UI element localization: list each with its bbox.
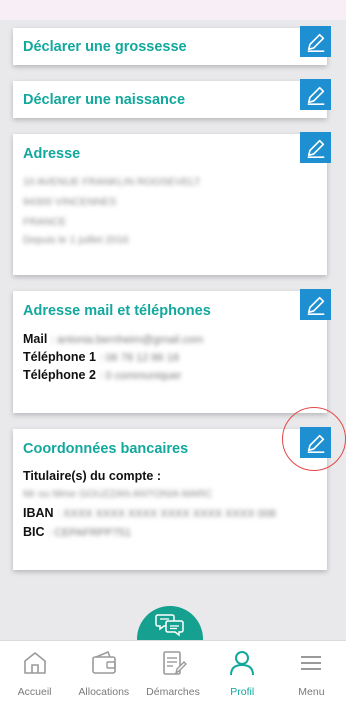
phone1-value: : 06 78 12 86 18	[99, 352, 179, 364]
card-title: Déclarer une grossesse	[23, 39, 187, 55]
bic-label: BIC	[23, 525, 45, 539]
card-declarer-grossesse[interactable]: Déclarer une grossesse	[13, 26, 331, 65]
bic-value: : CEPAFRPP751	[48, 527, 131, 539]
mail-row: Mail : antonia.bernheim@gmail.com	[23, 332, 203, 346]
nav-item-profil[interactable]: Profil	[208, 641, 277, 707]
home-icon	[23, 652, 46, 674]
holder-label: Titulaire(s) du compte :	[23, 469, 161, 483]
pencil-icon	[307, 139, 324, 158]
card-contact: Adresse mail et téléphones Mail : antoni…	[13, 289, 331, 413]
nav-item-menu[interactable]: Menu	[277, 641, 346, 707]
pencil-icon	[307, 86, 324, 105]
address-line: 94300 VINCENNES	[23, 196, 117, 208]
phone1-row: Téléphone 1 : 06 78 12 86 18	[23, 350, 179, 364]
person-icon	[230, 651, 255, 676]
phone2-row: Téléphone 2 : 0 communiquer	[23, 368, 181, 382]
bottom-nav: Accueil Allocations Démarches Profil Men…	[0, 640, 346, 707]
iban-row: IBAN : XXXX XXXX XXXX XXXX XXXX XXXX 006	[23, 506, 276, 520]
holder-value: Mr ou Mme GOUZZAN ANTONIA MARC	[23, 488, 213, 500]
address-line: Depuis le 1 juillet 2016	[23, 234, 129, 246]
pencil-icon	[307, 296, 324, 315]
card-declarer-naissance[interactable]: Déclarer une naissance	[13, 79, 331, 118]
card-title: Adresse mail et téléphones	[23, 303, 211, 319]
card-title: Adresse	[23, 146, 81, 162]
chat-icon	[155, 614, 184, 637]
nav-item-accueil[interactable]: Accueil	[0, 641, 69, 707]
highlight-circle	[282, 407, 346, 471]
card-coordonnees-bancaires: Coordonnées bancaires Titulaire(s) du co…	[13, 427, 331, 570]
phone1-label: Téléphone 1	[23, 350, 96, 364]
iban-value: : XXXX XXXX XXXX XXXX XXXX XXXX 006	[57, 508, 276, 520]
card-title: Déclarer une naissance	[23, 92, 186, 108]
phone2-value: : 0 communiquer	[99, 370, 182, 382]
nav-label: Profil	[230, 686, 255, 698]
holder-label-row: Titulaire(s) du compte :	[23, 469, 161, 483]
document-edit-icon	[163, 651, 187, 675]
address-line: 10 AVENUE FRANKLIN ROOSEVELT	[23, 176, 201, 188]
card-adresse: Adresse 10 AVENUE FRANKLIN ROOSEVELT 943…	[13, 132, 331, 275]
card-title: Coordonnées bancaires	[23, 441, 189, 457]
bic-row: BIC : CEPAFRPP751	[23, 525, 131, 539]
nav-label: Accueil	[17, 686, 52, 698]
mail-value: : antonia.bernheim@gmail.com	[50, 334, 204, 346]
menu-icon	[301, 656, 322, 670]
pencil-icon	[307, 33, 324, 52]
address-line: FRANCE	[23, 216, 67, 228]
nav-label: Menu	[298, 686, 325, 698]
edit-button-grossesse[interactable]	[300, 26, 331, 57]
iban-label: IBAN	[23, 506, 54, 520]
edit-button-naissance[interactable]	[300, 79, 331, 110]
nav-item-demarches[interactable]: Démarches	[138, 641, 207, 707]
mail-label: Mail	[23, 332, 48, 346]
wallet-icon	[91, 650, 116, 674]
nav-label: Allocations	[78, 686, 130, 698]
top-strip	[0, 0, 346, 20]
edit-button-contact[interactable]	[300, 289, 331, 320]
edit-button-adresse[interactable]	[300, 132, 331, 163]
phone2-label: Téléphone 2	[23, 368, 96, 382]
nav-item-allocations[interactable]: Allocations	[69, 641, 138, 707]
nav-label: Démarches	[146, 686, 200, 698]
